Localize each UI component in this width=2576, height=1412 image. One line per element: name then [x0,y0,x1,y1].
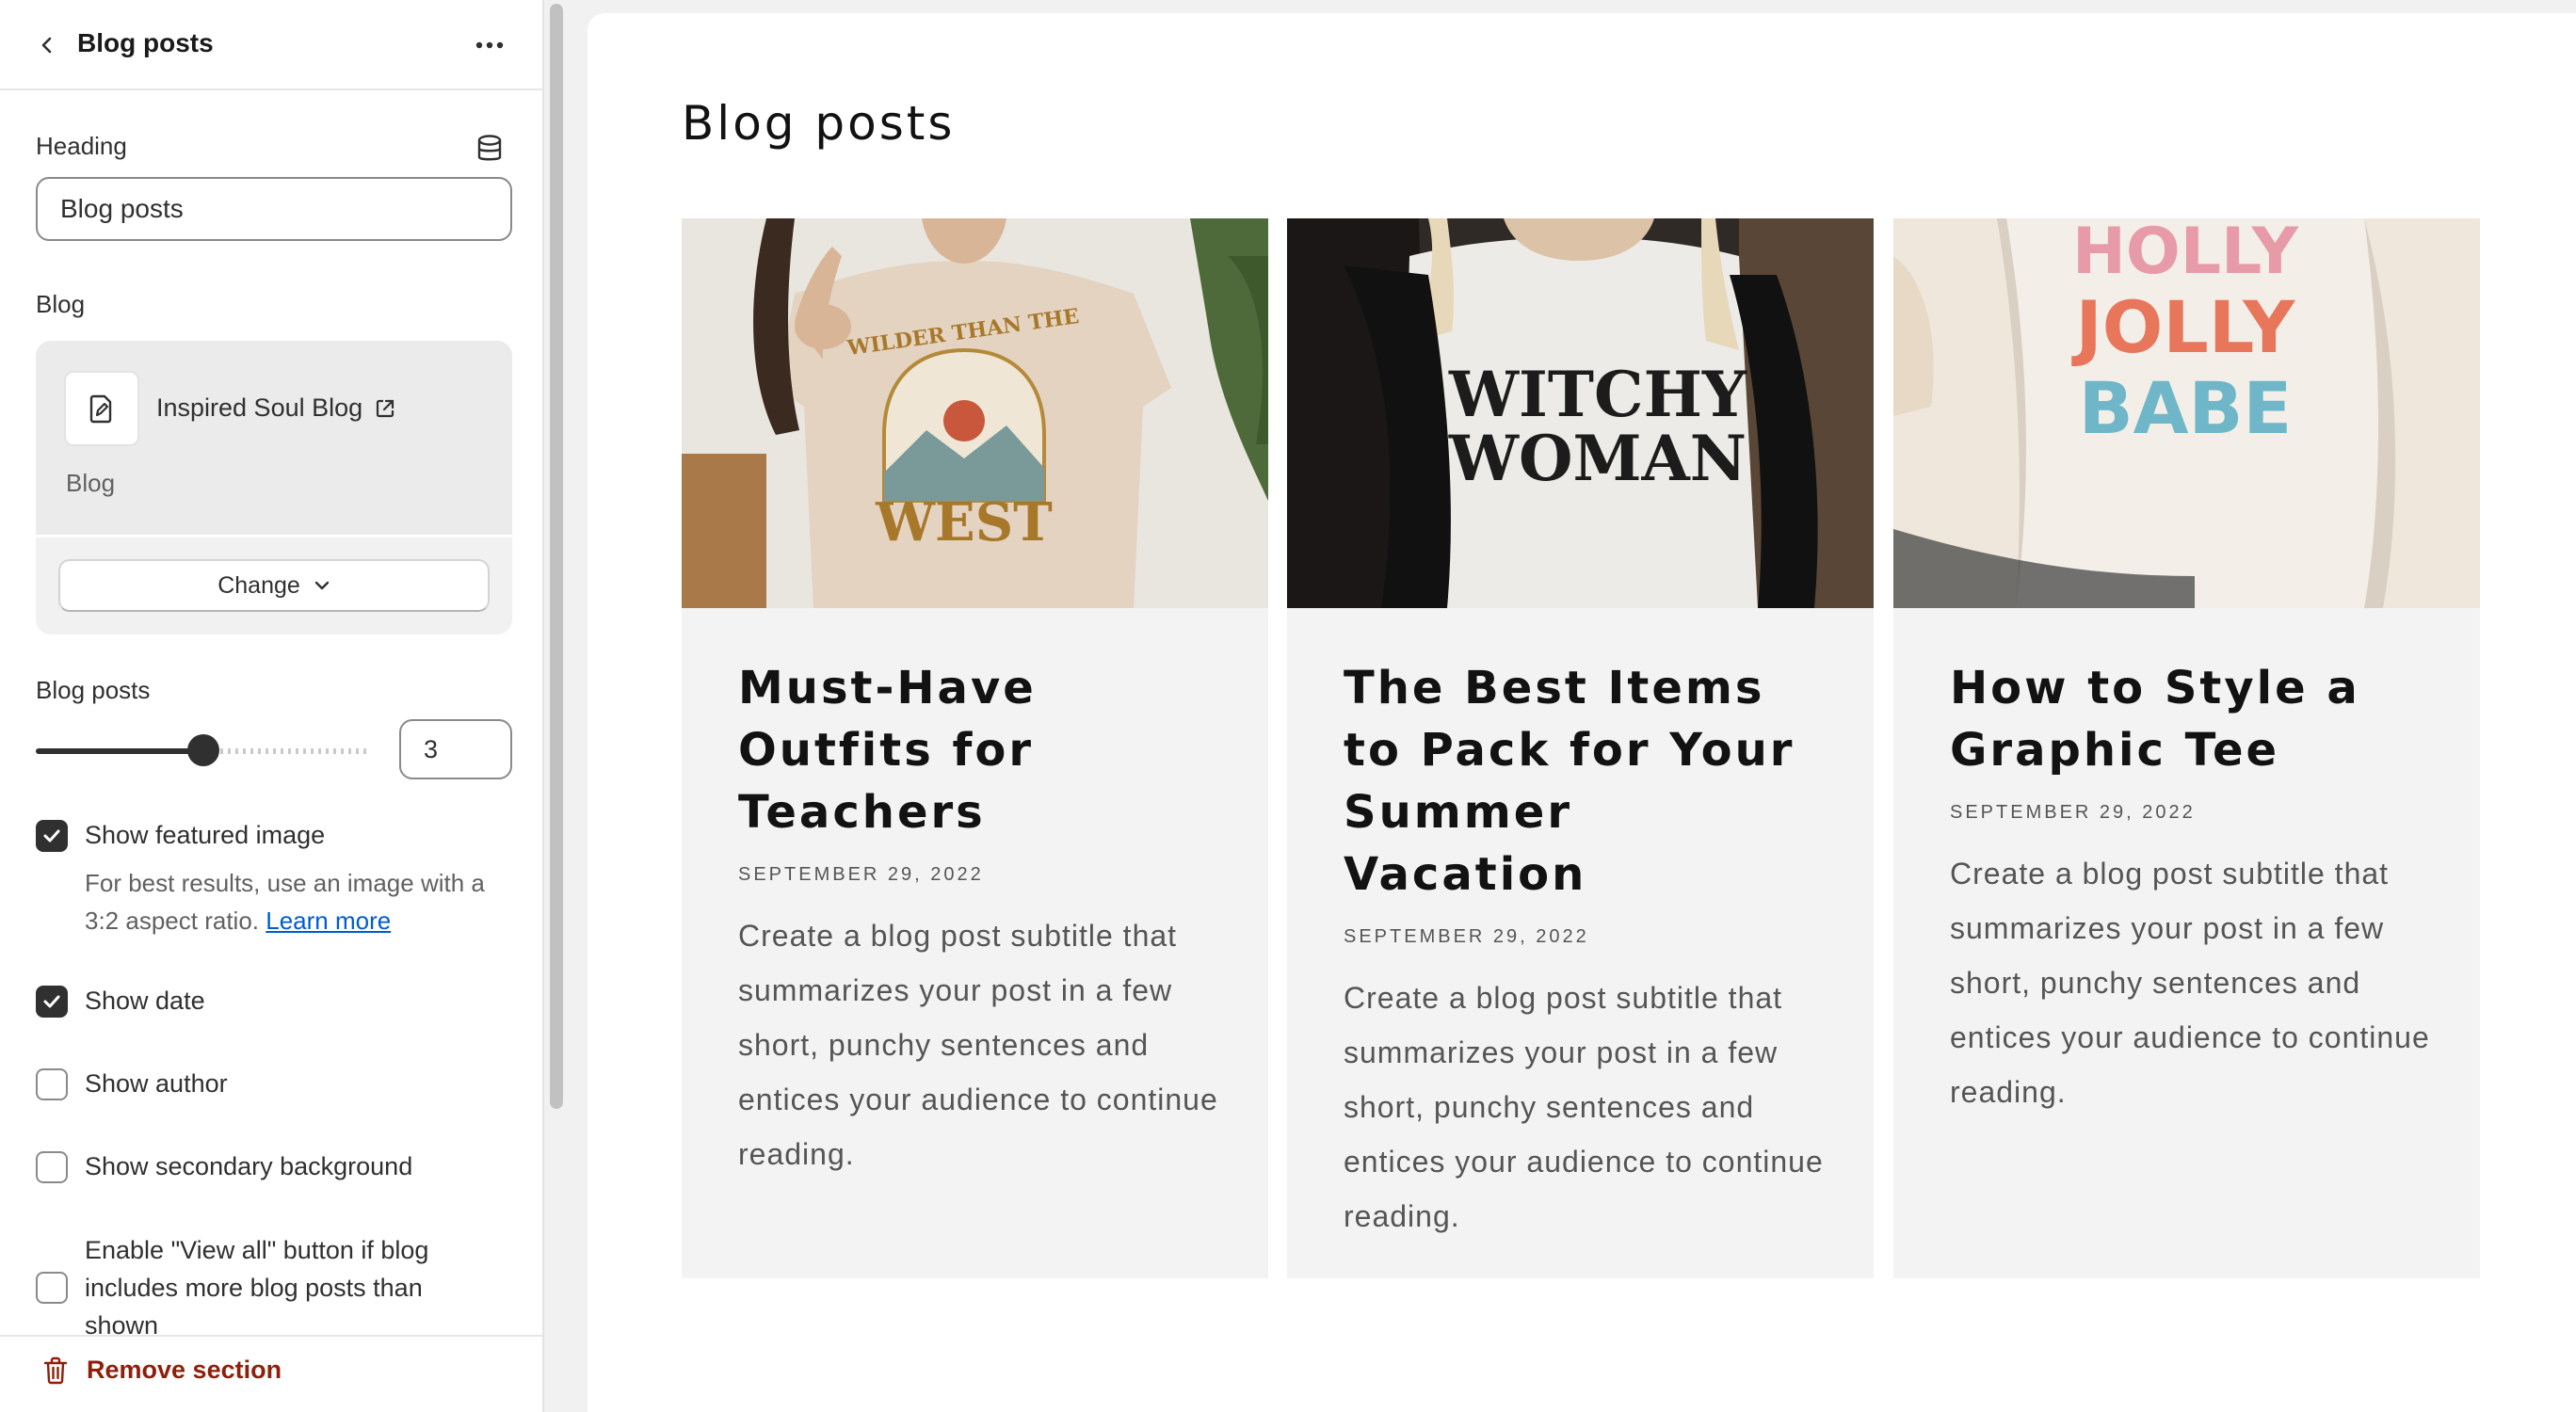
show-secondary-background-label: Show secondary background [85,1152,413,1180]
posts-count-input[interactable] [399,719,512,779]
featured-image-photo: WITCHY WOMAN [1287,218,1874,608]
database-icon [477,135,502,161]
remove-section-label: Remove section [87,1356,282,1384]
posts-slider-handle[interactable] [187,734,219,766]
section-title: Blog posts [682,96,956,151]
post-body: Must-Have Outfits for Teachers SEPTEMBER… [738,657,1228,1181]
post-date: SEPTEMBER 29, 2022 [738,864,984,885]
show-author-label: Show author [85,1069,228,1098]
post-title[interactable]: How to Style a Graphic Tee [1950,657,2439,781]
featured-image[interactable]: WITCHY WOMAN [1287,218,1874,608]
post-title[interactable]: The Best Items to Pack for Your Summer V… [1344,657,1833,906]
view-all-checkbox[interactable] [36,1272,68,1304]
back-button[interactable] [28,26,66,64]
dynamic-source-button[interactable] [473,132,507,166]
post-date: SEPTEMBER 29, 2022 [1344,926,1589,947]
blog-label: Blog [36,290,86,318]
trash-icon [43,1356,68,1384]
post-date: SEPTEMBER 29, 2022 [1950,802,2196,823]
blog-name: Inspired Soul Blog [156,393,363,422]
featured-image-help: For best results, use an image with a 3:… [85,864,518,939]
blog-picker-card: Inspired Soul Blog Blog Change [36,341,512,634]
blog-name-link[interactable]: Inspired Soul Blog [156,393,396,423]
svg-text:WOMAN: WOMAN [1448,422,1747,495]
heading-input[interactable] [36,177,512,241]
change-label: Change [217,571,300,599]
blog-type: Blog [66,469,116,497]
panel-title: Blog posts [77,28,214,57]
checkmark-icon [43,829,60,842]
panel-scrollbar-thumb[interactable] [550,4,563,1109]
post-title[interactable]: Must-Have Outfits for Teachers [738,657,1228,843]
svg-text:HOLLY: HOLLY [2072,218,2299,289]
learn-more-link[interactable]: Learn more [266,907,391,935]
show-featured-image-label: Show featured image [85,821,326,849]
more-actions-button[interactable] [469,24,510,66]
post-body: How to Style a Graphic Tee SEPTEMBER 29,… [1950,657,2439,1119]
post-excerpt: Create a blog post subtitle that summari… [1344,981,1824,1233]
featured-image[interactable]: HOLLY JOLLY BABE [1893,218,2480,608]
external-link-icon [377,399,394,417]
featured-image-photo: WILDER THAN THE WEST [682,218,1268,608]
post-excerpt: Create a blog post subtitle that summari… [738,919,1218,1171]
show-date-checkbox[interactable] [36,986,68,1018]
posts-slider-fill [36,748,203,754]
settings-panel: Blog posts Heading Blog Inspired Soul Bl… [0,0,544,1412]
blog-posts-count-label: Blog posts [36,676,151,704]
svg-text:WITCHY: WITCHY [1448,358,1747,431]
chevron-down-icon [314,581,329,590]
show-author-checkbox[interactable] [36,1068,68,1100]
blog-post-card[interactable]: WITCHY WOMAN The Best Items to Pack for … [1287,218,1874,1278]
post-excerpt: Create a blog post subtitle that summari… [1950,857,2430,1109]
divider [36,535,512,538]
blog-post-card[interactable]: WILDER THAN THE WEST Must-Have Outfits f… [682,218,1268,1278]
post-body: The Best Items to Pack for Your Summer V… [1344,657,1833,1244]
blog-post-card[interactable]: HOLLY JOLLY BABE How to Style a Graphic … [1893,218,2480,1278]
heading-label: Heading [36,132,127,160]
featured-image[interactable]: WILDER THAN THE WEST [682,218,1268,608]
edit-document-icon [89,394,112,424]
show-featured-image-checkbox[interactable] [36,820,68,852]
svg-text:WEST: WEST [875,491,1053,554]
remove-section-button[interactable]: Remove section [43,1356,282,1385]
svg-text:BABE: BABE [2079,366,2293,450]
featured-image-photo: HOLLY JOLLY BABE [1893,218,2480,608]
svg-text:JOLLY: JOLLY [2071,285,2296,369]
chevron-left-icon [41,37,52,54]
show-secondary-background-checkbox[interactable] [36,1151,68,1183]
change-blog-button[interactable]: Change [58,559,490,612]
show-date-label: Show date [85,987,205,1015]
view-all-label: Enable "View all" button if blog include… [85,1236,429,1340]
checkmark-icon [43,995,60,1008]
posts-slider-remaining [220,748,371,754]
panel-footer: Remove section [0,1335,542,1412]
ellipsis-icon [475,41,504,49]
panel-header: Blog posts [0,0,542,90]
blog-thumbnail [64,371,139,446]
